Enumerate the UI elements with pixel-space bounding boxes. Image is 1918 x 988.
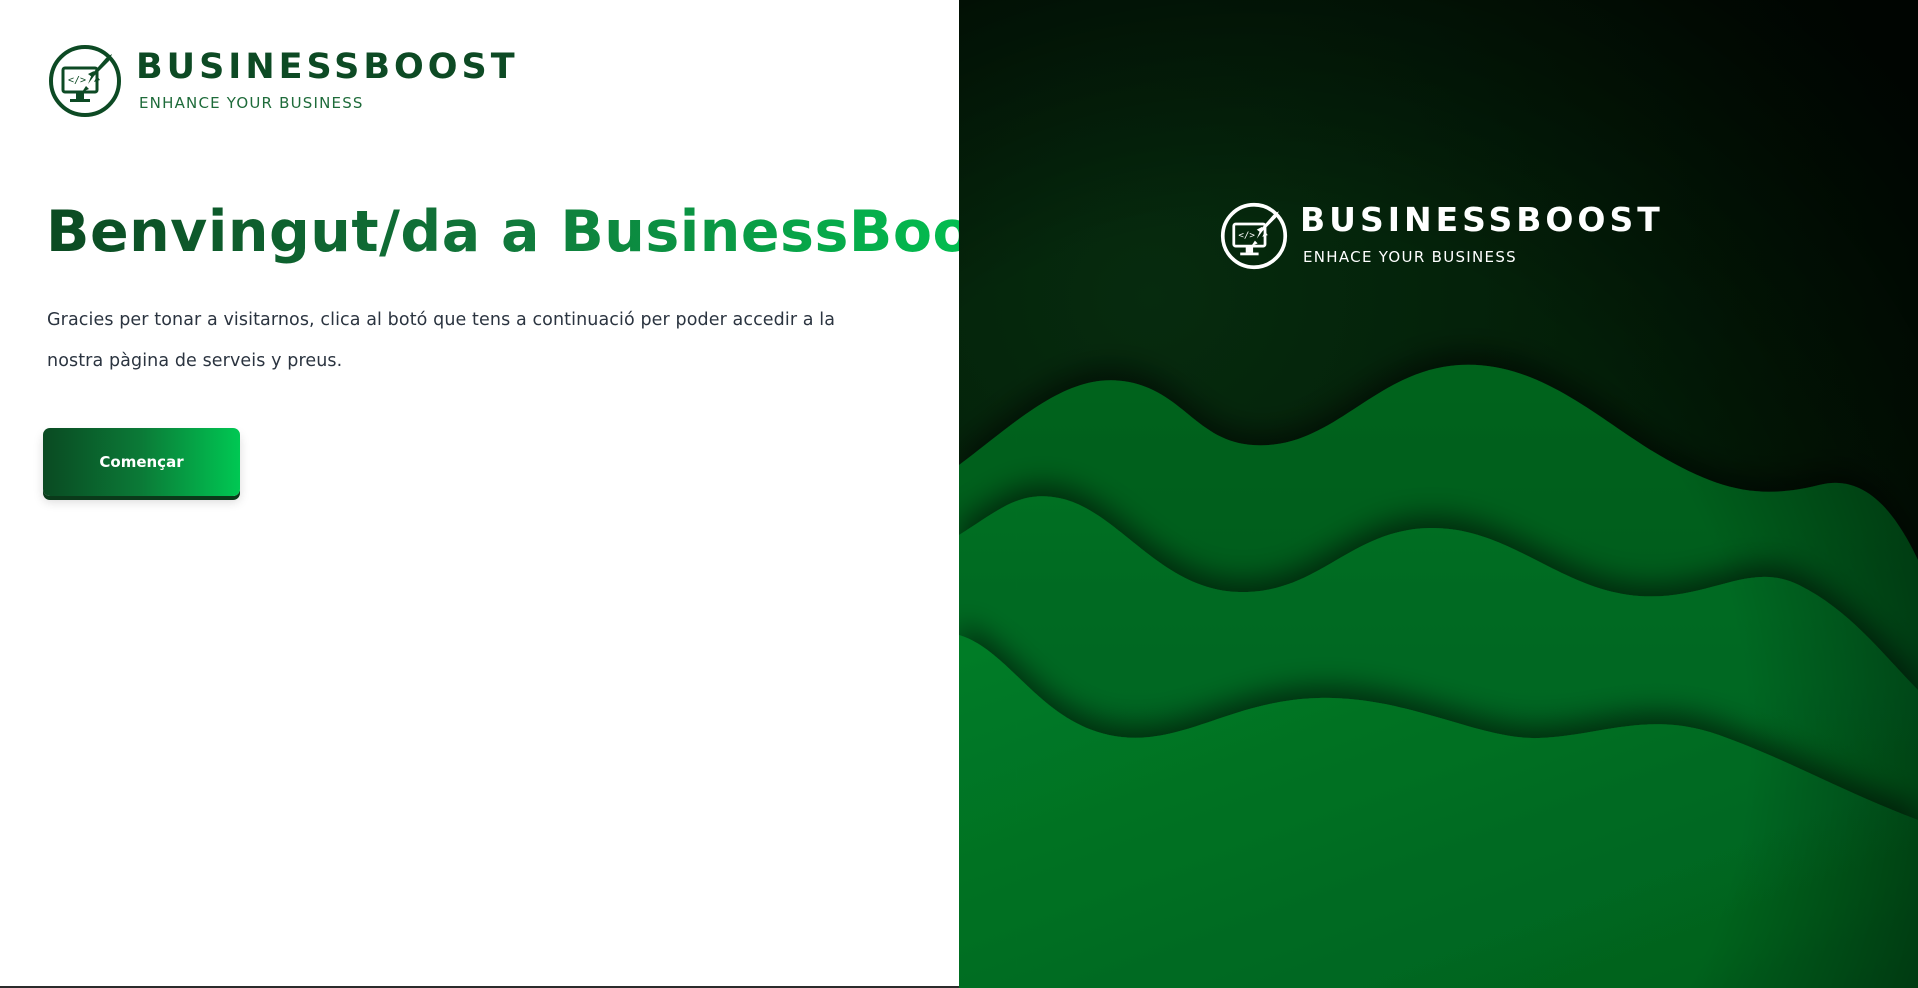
brand-name: BUSINESSBOOST — [136, 47, 519, 87]
wave-illustration — [959, 0, 1918, 988]
welcome-intro-text: Gracies per tonar a visitarnos, clica al… — [47, 310, 836, 371]
brand-header[interactable]: </> BUSINESSBOOST ENHANCE YOUR BUSINESS — [48, 44, 519, 120]
hero-brand-tagline: ENHACE YOUR BUSINESS — [1303, 248, 1517, 266]
hero-brand: </> BUSINESSBOOST ENHACE YOUR BUSINESS — [1220, 202, 1664, 270]
hero-panel: </> BUSINESSBOOST ENHACE YOUR BUSINESS — [959, 0, 1918, 988]
welcome-panel: </> BUSINESSBOOST ENHANCE YOUR BUSINESS … — [0, 0, 1034, 988]
start-button[interactable]: Començar — [43, 428, 240, 496]
hero-brand-name: BUSINESSBOOST — [1300, 200, 1664, 239]
svg-text:</>: </> — [68, 75, 86, 86]
rocket-monitor-logo-icon: </> — [1220, 202, 1288, 270]
svg-text:</>: </> — [1238, 230, 1255, 241]
brand-tagline: ENHANCE YOUR BUSINESS — [139, 94, 364, 112]
landing-page: </> BUSINESSBOOST ENHANCE YOUR BUSINESS … — [0, 0, 1918, 988]
welcome-headline: Benvingut/da a BusinessBoost — [46, 196, 1034, 268]
rocket-monitor-logo-icon: </> — [49, 45, 121, 117]
